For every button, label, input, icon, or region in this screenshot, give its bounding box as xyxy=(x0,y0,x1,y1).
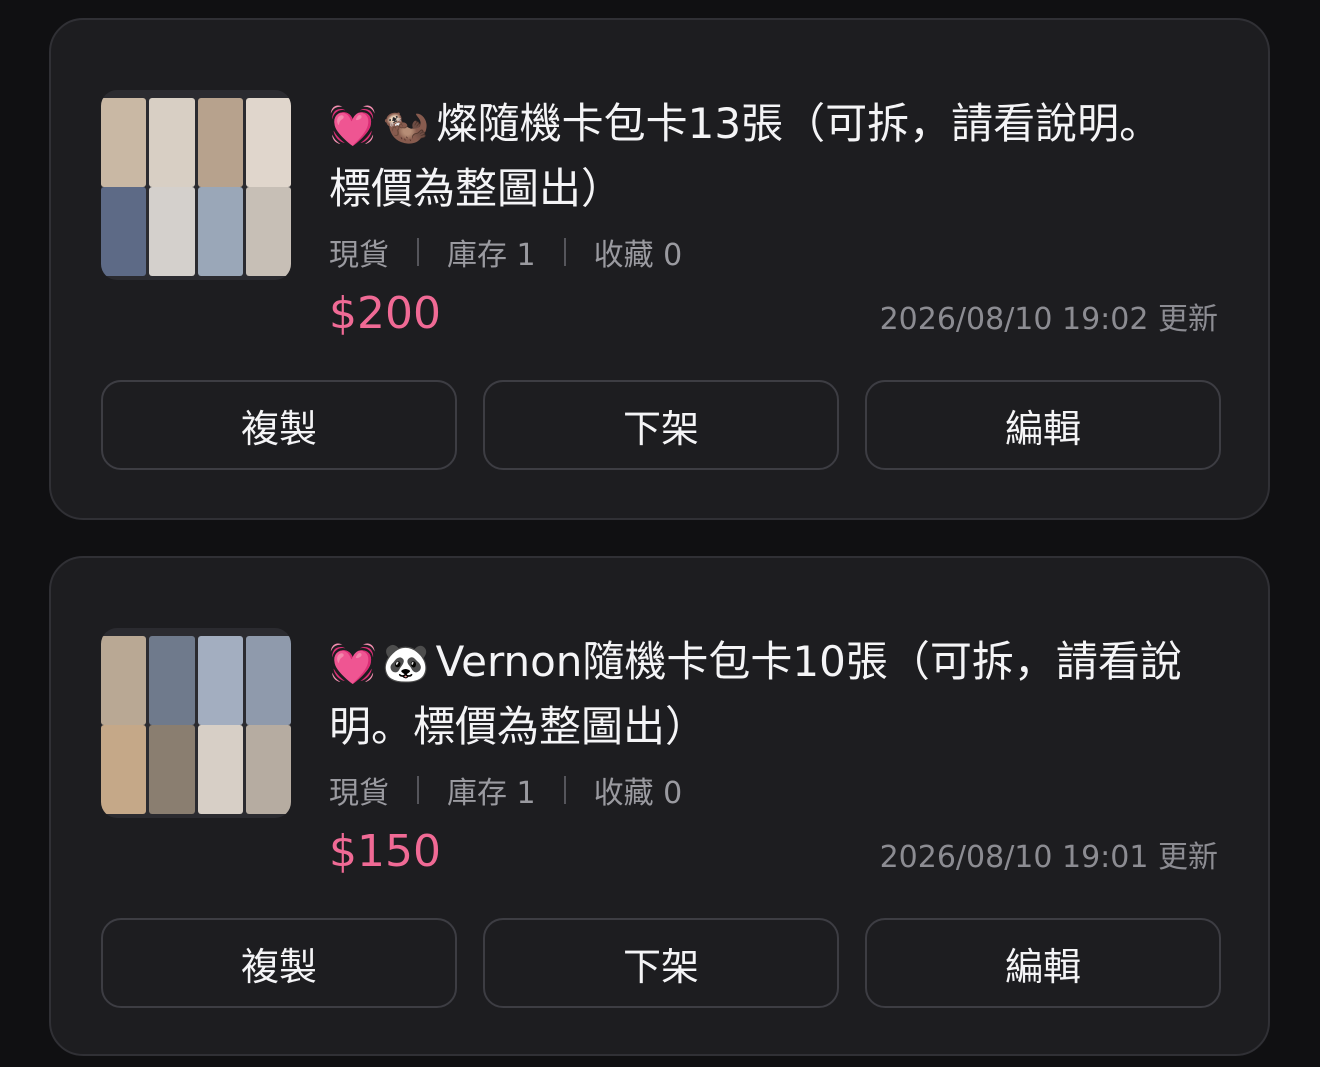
updated-timestamp: 2026/08/10 19:01 更新 xyxy=(879,840,1218,875)
listing-price: $150 xyxy=(329,826,441,877)
stock-status: 現貨 xyxy=(329,238,389,273)
product-thumbnail[interactable] xyxy=(101,90,291,280)
divider xyxy=(563,238,566,266)
divider xyxy=(417,776,419,804)
panda-icon: 🐼 xyxy=(382,641,430,685)
listing-meta: 現貨 庫存 1 收藏 0 xyxy=(329,768,682,812)
copy-button[interactable]: 複製 xyxy=(101,918,457,1008)
favorite-count: 收藏 0 xyxy=(593,238,683,273)
edit-button[interactable]: 編輯 xyxy=(865,918,1221,1008)
listing-card[interactable]: 💓 🦦 燦隨機卡包卡13張（可拆，請看說明。標價為整圖出） 現貨 庫存 1 收藏 0… xyxy=(49,18,1270,520)
listing-title-text: 燦隨機卡包卡13張（可拆，請看說明。標價為整圖出） xyxy=(329,99,1162,213)
listing-meta: 現貨 庫存 1 收藏 0 xyxy=(329,230,682,274)
favorite-count: 收藏 0 xyxy=(593,776,683,811)
listing-card[interactable]: 💓 🐼 Vernon隨機卡包卡10張（可拆，請看說明。標價為整圖出） 現貨 庫存 1… xyxy=(49,556,1270,1056)
divider xyxy=(563,776,566,804)
otter-icon: 🦦 xyxy=(382,103,430,147)
listing-title[interactable]: 💓 🦦 燦隨機卡包卡13張（可拆，請看說明。標價為整圖出） xyxy=(329,92,1189,220)
unlist-button[interactable]: 下架 xyxy=(483,918,839,1008)
stock-status: 現貨 xyxy=(329,776,389,811)
listing-title-text: Vernon隨機卡包卡10張（可拆，請看說明。標價為整圖出） xyxy=(329,637,1182,751)
stock-count: 庫存 1 xyxy=(447,776,536,811)
heart-icon: 💓 xyxy=(329,103,377,147)
product-thumbnail[interactable] xyxy=(101,628,291,818)
unlist-button[interactable]: 下架 xyxy=(483,380,839,470)
listing-title[interactable]: 💓 🐼 Vernon隨機卡包卡10張（可拆，請看說明。標價為整圖出） xyxy=(329,630,1189,758)
divider xyxy=(417,238,419,266)
listing-price: $200 xyxy=(329,288,441,339)
copy-button[interactable]: 複製 xyxy=(101,380,457,470)
heart-icon: 💓 xyxy=(329,641,377,685)
edit-button[interactable]: 編輯 xyxy=(865,380,1221,470)
updated-timestamp: 2026/08/10 19:02 更新 xyxy=(879,302,1218,337)
stock-count: 庫存 1 xyxy=(447,238,536,273)
